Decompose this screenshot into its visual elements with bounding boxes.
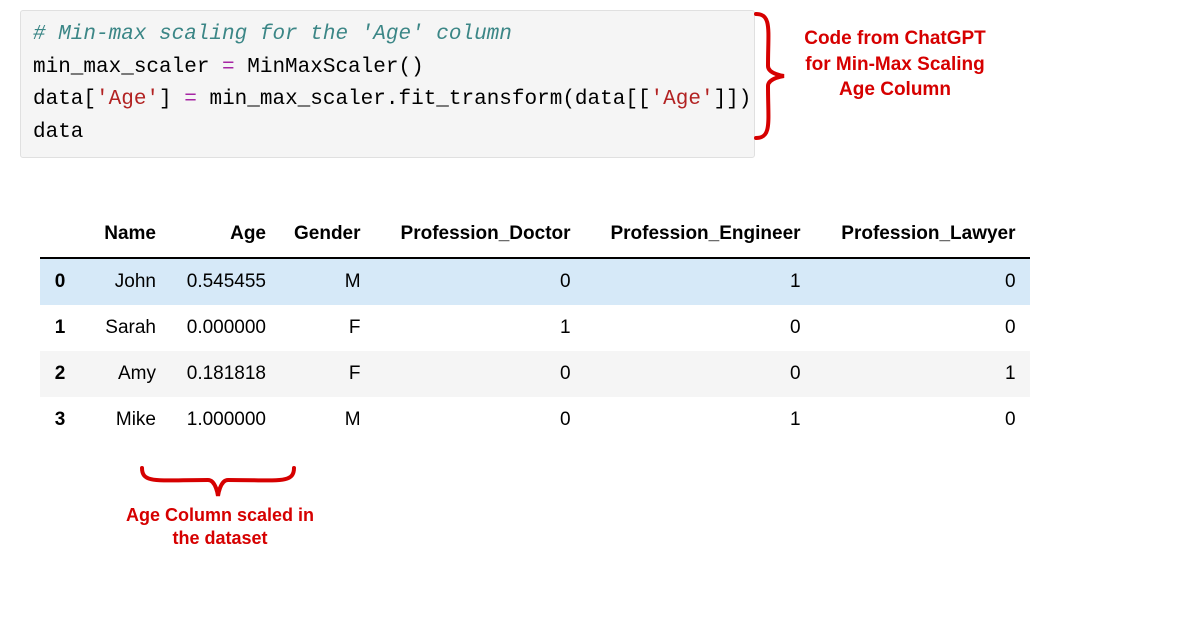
- cell-name: Amy: [80, 351, 170, 397]
- annotation-line: Age Column: [839, 79, 951, 100]
- cell-gender: M: [280, 397, 375, 443]
- row-index: 2: [40, 351, 80, 397]
- annotation-code-label: Code from ChatGPT for Min-Max Scaling Ag…: [785, 26, 1005, 103]
- table-header: Age: [170, 213, 280, 258]
- cell-pd: 0: [375, 351, 585, 397]
- cell-age: 0.000000: [170, 305, 280, 351]
- table-header-index: [40, 213, 80, 258]
- cell-pl: 0: [815, 305, 1030, 351]
- cell-age: 0.181818: [170, 351, 280, 397]
- row-index: 3: [40, 397, 80, 443]
- output-table-wrap: Name Age Gender Profession_Doctor Profes…: [40, 213, 1180, 443]
- annotation-age-label: Age Column scaled in the dataset: [120, 504, 320, 551]
- cell-gender: F: [280, 351, 375, 397]
- cell-pe: 0: [585, 305, 815, 351]
- cell-pl: 0: [815, 397, 1030, 443]
- annotation-line: the dataset: [172, 528, 267, 548]
- cell-gender: M: [280, 258, 375, 305]
- cell-name: John: [80, 258, 170, 305]
- table-row: 1 Sarah 0.000000 F 1 0 0: [40, 305, 1030, 351]
- code-string: 'Age': [96, 88, 159, 111]
- table-header: Profession_Doctor: [375, 213, 585, 258]
- cell-name: Mike: [80, 397, 170, 443]
- code-text: ]: [159, 88, 184, 111]
- table-header: Profession_Lawyer: [815, 213, 1030, 258]
- code-text: min_max_scaler.fit_transform(data[[: [197, 88, 651, 111]
- code-cell: # Min-max scaling for the 'Age' column m…: [20, 10, 755, 158]
- table-row: 0 John 0.545455 M 0 1 0: [40, 258, 1030, 305]
- curly-brace-right-icon: [748, 10, 788, 142]
- cell-pd: 1: [375, 305, 585, 351]
- code-text: data: [33, 121, 83, 144]
- cell-name: Sarah: [80, 305, 170, 351]
- row-index: 1: [40, 305, 80, 351]
- annotation-line: Code from ChatGPT: [804, 28, 986, 49]
- table-header: Profession_Engineer: [585, 213, 815, 258]
- cell-pe: 1: [585, 258, 815, 305]
- code-op: =: [222, 56, 235, 79]
- cell-age: 0.545455: [170, 258, 280, 305]
- row-index: 0: [40, 258, 80, 305]
- cell-pd: 0: [375, 397, 585, 443]
- cell-age: 1.000000: [170, 397, 280, 443]
- annotation-line: for Min-Max Scaling: [805, 54, 984, 75]
- code-text: data[: [33, 88, 96, 111]
- code-text: ]]): [714, 88, 752, 111]
- table-row: 3 Mike 1.000000 M 0 1 0: [40, 397, 1030, 443]
- cell-gender: F: [280, 305, 375, 351]
- dataframe-table: Name Age Gender Profession_Doctor Profes…: [40, 213, 1030, 443]
- code-string: 'Age': [651, 88, 714, 111]
- table-header: Gender: [280, 213, 375, 258]
- code-op: =: [184, 88, 197, 111]
- code-text: MinMaxScaler(): [235, 56, 424, 79]
- cell-pl: 0: [815, 258, 1030, 305]
- table-header-row: Name Age Gender Profession_Doctor Profes…: [40, 213, 1030, 258]
- curly-brace-bottom-icon: [138, 462, 298, 500]
- cell-pe: 0: [585, 351, 815, 397]
- code-comment: # Min-max scaling for the 'Age' column: [33, 23, 512, 46]
- cell-pl: 1: [815, 351, 1030, 397]
- table-row: 2 Amy 0.181818 F 0 0 1: [40, 351, 1030, 397]
- table-header: Name: [80, 213, 170, 258]
- cell-pe: 1: [585, 397, 815, 443]
- annotation-line: Age Column scaled in: [126, 505, 314, 525]
- cell-pd: 0: [375, 258, 585, 305]
- code-text: min_max_scaler: [33, 56, 222, 79]
